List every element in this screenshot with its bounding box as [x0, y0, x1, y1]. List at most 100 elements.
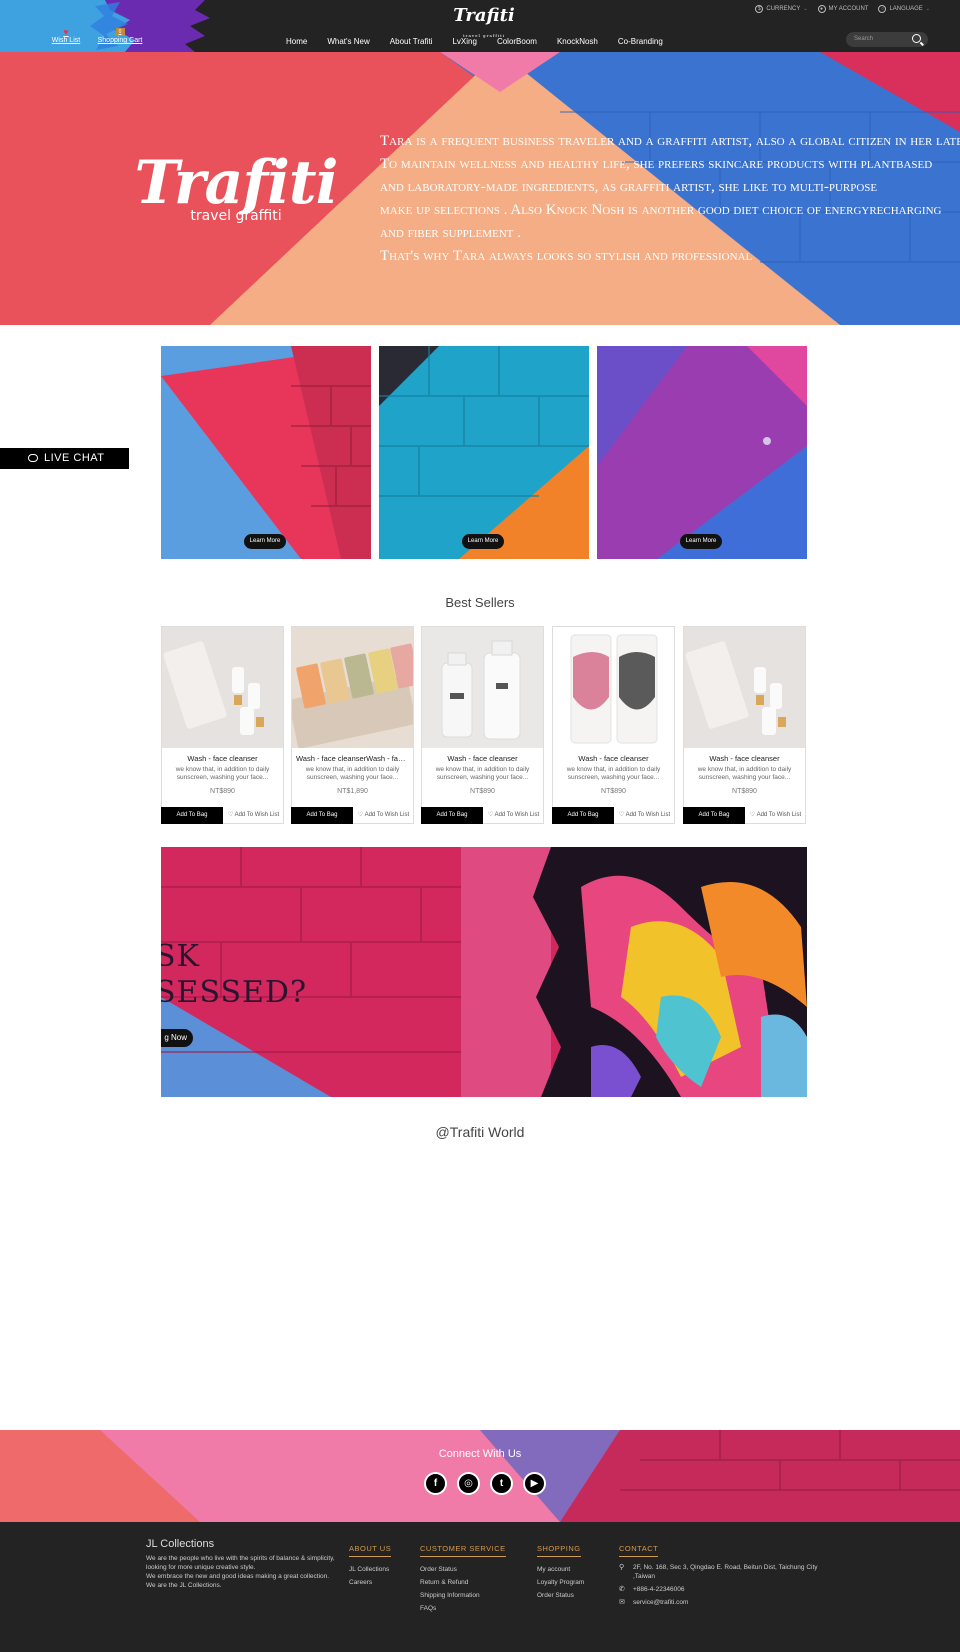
footer-link[interactable]: Shipping Information	[420, 1589, 506, 1602]
facebook-icon[interactable]: f	[424, 1472, 447, 1495]
my-account-label: MY ACCOUNT	[828, 6, 869, 12]
mail-icon: ✉	[619, 1599, 625, 1606]
product-name[interactable]: Wash - face cleanser	[688, 754, 801, 763]
footer-link[interactable]: JL Collections	[349, 1563, 391, 1576]
add-to-bag-button[interactable]: Add To Bag	[421, 807, 483, 824]
footer-email[interactable]: ✉ service@trafiti.com	[619, 1598, 829, 1607]
category-tile-2[interactable]: Learn More	[379, 346, 589, 559]
product-name[interactable]: Wash - face cleanser	[557, 754, 670, 763]
add-to-wish-list-label: Add To Wish List	[625, 812, 671, 818]
shopping-cart-link[interactable]: 0 Shopping Cart	[94, 28, 146, 44]
product-name[interactable]: Wash - face cleanserWash - face cl...	[296, 754, 409, 763]
product-name[interactable]: Wash - face cleanser	[166, 754, 279, 763]
product-image[interactable]	[684, 627, 805, 748]
nav-knocknosh[interactable]: KnockNosh	[547, 37, 608, 46]
language-selector[interactable]: ○ LANGUAGE ⌄	[878, 5, 930, 13]
footer-about: We are the people who live with the spir…	[146, 1554, 336, 1590]
nav-about-trafiti[interactable]: About Trafiti	[380, 37, 443, 46]
my-account-link[interactable]: ● MY ACCOUNT	[817, 5, 869, 13]
footer-link[interactable]: Order Status	[537, 1589, 584, 1602]
globe-icon: ○	[878, 5, 887, 13]
add-to-bag-button[interactable]: Add To Bag	[552, 807, 614, 824]
category-tile-3[interactable]: Learn More	[597, 346, 807, 559]
footer-customer-service: CUSTOMER SERVICE Order Status Return & R…	[420, 1538, 506, 1615]
product-image[interactable]	[553, 627, 674, 748]
language-label: LANGUAGE	[889, 6, 923, 12]
logo-text: Trafiti	[453, 5, 515, 26]
add-to-wish-list-button[interactable]: ♡ Add To Wish List	[353, 807, 414, 824]
main-nav: Home What's New About Trafiti LvXing Col…	[276, 37, 673, 46]
footer-address-text: 2F, No. 168, Sec 3, Qingdao E. Road, Bei…	[633, 1564, 818, 1580]
twitter-icon[interactable]: t	[490, 1472, 513, 1495]
product-image[interactable]	[162, 627, 283, 748]
heart-icon: ♥	[63, 27, 69, 37]
nav-lvxing[interactable]: LvXing	[442, 37, 486, 46]
product-image[interactable]	[292, 627, 413, 748]
youtube-icon[interactable]: ▶	[523, 1472, 546, 1495]
currency-selector[interactable]: $ CURRENCY ⌄	[755, 5, 808, 13]
footer-phone[interactable]: ✆ +886-4-22346006	[619, 1585, 829, 1594]
footer-heading: SHOPPING	[537, 1544, 581, 1557]
map-pin-icon: ⚲	[619, 1564, 625, 1571]
product-card[interactable]: Wash - face cleanser we know that, in ad…	[161, 626, 284, 824]
footer-about-line: We are the JL Collections.	[146, 1582, 222, 1589]
product-name[interactable]: Wash - face cleanser	[426, 754, 539, 763]
instagram-icon[interactable]: ◎	[457, 1472, 480, 1495]
wish-list-link[interactable]: ♥ Wish List	[46, 27, 86, 45]
add-to-wish-list-label: Add To Wish List	[756, 812, 802, 818]
promo-shop-button[interactable]: g Now	[161, 1029, 193, 1047]
search-icon[interactable]	[912, 34, 921, 43]
social-links: f ◎ t ▶	[424, 1472, 546, 1495]
chat-bubble-icon	[28, 454, 38, 462]
product-price: NT$890	[470, 788, 495, 795]
product-price: NT$890	[732, 788, 757, 795]
site-logo[interactable]: Trafiti travel graffiti	[452, 5, 516, 38]
product-price: NT$890	[601, 788, 626, 795]
hero-banner: Trafiti travel graffiti Tara is a freque…	[0, 52, 960, 325]
footer-contact: CONTACT ⚲ 2F, No. 168, Sec 3, Qingdao E.…	[619, 1538, 829, 1611]
hero-line: That's why Tara always looks so stylish …	[380, 248, 753, 264]
nav-home[interactable]: Home	[276, 37, 317, 46]
add-to-wish-list-button[interactable]: ♡ Add To Wish List	[223, 807, 284, 824]
dollar-icon: $	[755, 5, 764, 13]
footer-link[interactable]: Careers	[349, 1576, 391, 1589]
cart-count-badge: 0	[115, 28, 125, 36]
connect-strip: Connect With Us f ◎ t ▶	[0, 1430, 960, 1522]
footer-about-us: ABOUT US JL Collections Careers	[349, 1538, 392, 1589]
search-input[interactable]: Search	[846, 32, 928, 47]
product-description: we know that, in addition to daily sunsc…	[435, 766, 530, 781]
footer-about-line: We are the people who live with the spir…	[146, 1555, 335, 1571]
footer-link[interactable]: My account	[537, 1563, 584, 1576]
add-to-bag-button[interactable]: Add To Bag	[683, 807, 745, 824]
currency-label: CURRENCY	[766, 6, 801, 12]
learn-more-button[interactable]: Learn More	[680, 534, 722, 549]
product-description: we know that, in addition to daily sunsc…	[566, 766, 661, 781]
product-card[interactable]: Wash - face cleanser we know that, in ad…	[683, 626, 806, 824]
product-image[interactable]	[422, 627, 543, 748]
add-to-wish-list-label: Add To Wish List	[494, 812, 540, 818]
add-to-wish-list-button[interactable]: ♡ Add To Wish List	[483, 807, 544, 824]
add-to-bag-button[interactable]: Add To Bag	[161, 807, 223, 824]
product-card[interactable]: Wash - face cleanser we know that, in ad…	[552, 626, 675, 824]
nav-co-branding[interactable]: Co-Branding	[608, 37, 673, 46]
product-card[interactable]: Wash - face cleanser we know that, in ad…	[421, 626, 544, 824]
footer-link[interactable]: Order Status	[420, 1563, 506, 1576]
learn-more-button[interactable]: Learn More	[462, 534, 504, 549]
footer-link[interactable]: Loyalty Program	[537, 1576, 584, 1589]
product-description: we know that, in addition to daily sunsc…	[305, 766, 400, 781]
learn-more-button[interactable]: Learn More	[244, 534, 286, 549]
live-chat-button[interactable]: LIVE CHAT	[0, 448, 129, 469]
add-to-wish-list-button[interactable]: ♡ Add To Wish List	[614, 807, 675, 824]
add-to-wish-list-button[interactable]: ♡ Add To Wish List	[745, 807, 806, 824]
category-tile-1[interactable]: Learn More	[161, 346, 371, 559]
footer-link[interactable]: Return & Refund	[420, 1576, 506, 1589]
footer-brand: JL Collections	[146, 1538, 215, 1550]
promo-banner[interactable]: SK SESSED? g Now	[161, 847, 807, 1097]
footer-shopping: SHOPPING My account Loyalty Program Orde…	[537, 1538, 584, 1602]
footer-link[interactable]: FAQs	[420, 1602, 506, 1615]
nav-colorboom[interactable]: ColorBoom	[487, 37, 547, 46]
nav-whats-new[interactable]: What's New	[317, 37, 379, 46]
shopping-cart-label: Shopping Cart	[97, 37, 143, 44]
add-to-bag-button[interactable]: Add To Bag	[291, 807, 353, 824]
product-card[interactable]: Wash - face cleanserWash - face cl... we…	[291, 626, 414, 824]
